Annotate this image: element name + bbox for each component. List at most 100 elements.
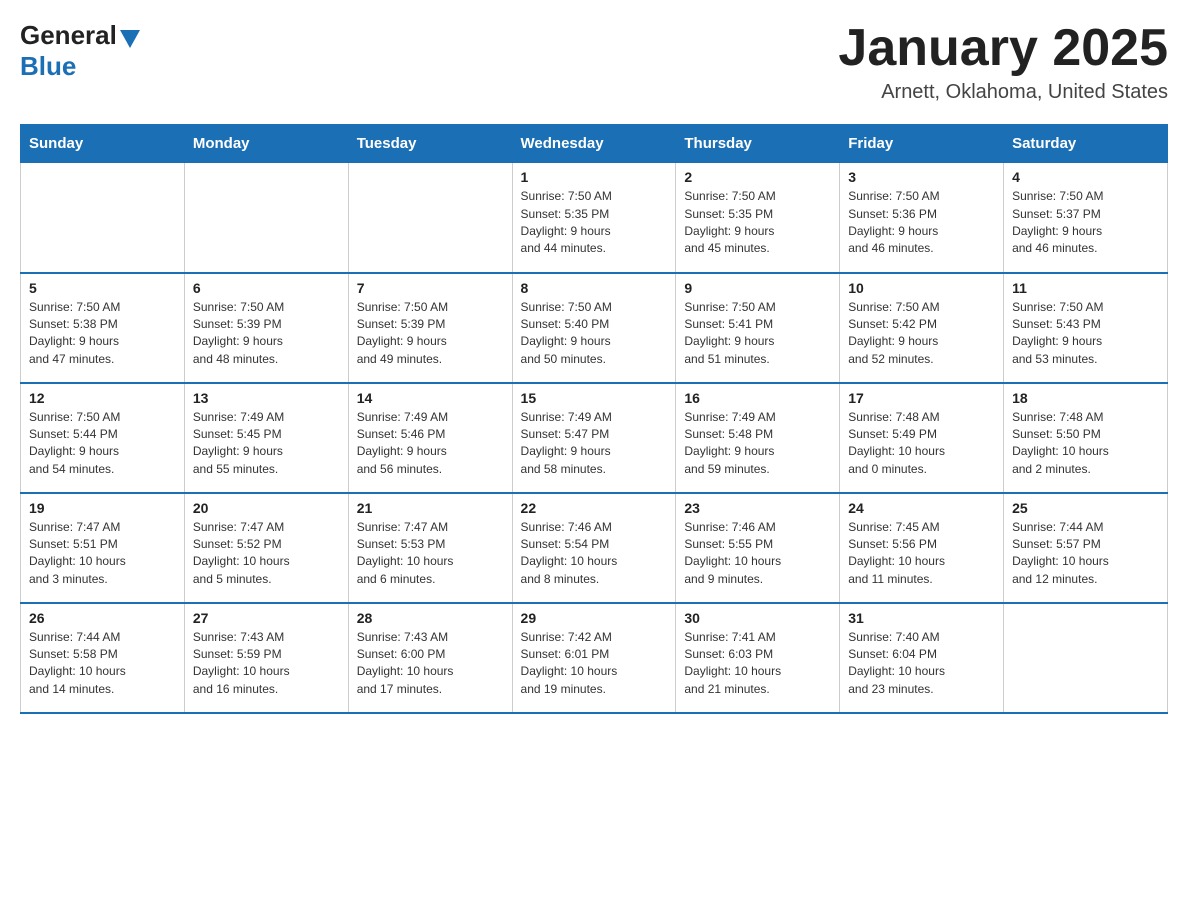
calendar-cell: 18 Sunrise: 7:48 AM Sunset: 5:50 PM Dayli…	[1004, 383, 1168, 493]
day-number: 2	[684, 169, 831, 185]
calendar-cell: 26 Sunrise: 7:44 AM Sunset: 5:58 PM Dayli…	[21, 603, 185, 713]
day-info: Sunrise: 7:47 AM Sunset: 5:51 PM Dayligh…	[29, 519, 176, 589]
calendar-cell: 20 Sunrise: 7:47 AM Sunset: 5:52 PM Dayli…	[184, 493, 348, 603]
header-thursday: Thursday	[676, 125, 840, 163]
day-info: Sunrise: 7:49 AM Sunset: 5:48 PM Dayligh…	[684, 409, 831, 479]
calendar-cell: 5 Sunrise: 7:50 AM Sunset: 5:38 PM Daylig…	[21, 273, 185, 383]
calendar-cell: 9Sunrise: 7:50 AM Sunset: 5:41 PM Daylig…	[676, 273, 840, 383]
calendar-cell: 28Sunrise: 7:43 AM Sunset: 6:00 PM Dayli…	[348, 603, 512, 713]
day-number: 10	[848, 280, 995, 296]
logo-blue-text: Blue	[20, 51, 140, 82]
day-info: Sunrise: 7:50 AM Sunset: 5:40 PM Dayligh…	[521, 299, 668, 369]
day-info: Sunrise: 7:50 AM Sunset: 5:38 PM Dayligh…	[29, 299, 176, 369]
day-number: 16	[684, 390, 831, 406]
day-number: 14	[357, 390, 504, 406]
day-number: 11	[1012, 280, 1159, 296]
calendar-header-row: SundayMondayTuesdayWednesdayThursdayFrid…	[21, 125, 1168, 163]
calendar-cell: 31 Sunrise: 7:40 AM Sunset: 6:04 PM Dayli…	[840, 603, 1004, 713]
calendar-cell	[184, 163, 348, 273]
calendar-cell: 4 Sunrise: 7:50 AM Sunset: 5:37 PM Daylig…	[1004, 163, 1168, 273]
day-info: Sunrise: 7:45 AM Sunset: 5:56 PM Dayligh…	[848, 519, 995, 589]
calendar-cell: 22Sunrise: 7:46 AM Sunset: 5:54 PM Dayli…	[512, 493, 676, 603]
day-info: Sunrise: 7:47 AM Sunset: 5:52 PM Dayligh…	[193, 519, 340, 589]
day-info: Sunrise: 7:50 AM Sunset: 5:43 PM Dayligh…	[1012, 299, 1159, 369]
location-title: Arnett, Oklahoma, United States	[838, 81, 1168, 104]
calendar-week-row: 19Sunrise: 7:47 AM Sunset: 5:51 PM Dayli…	[21, 493, 1168, 603]
day-number: 25	[1012, 500, 1159, 516]
calendar-cell	[348, 163, 512, 273]
calendar-cell: 14 Sunrise: 7:49 AM Sunset: 5:46 PM Dayli…	[348, 383, 512, 493]
page-header: General Blue January 2025 Arnett, Oklaho…	[20, 20, 1168, 104]
day-info: Sunrise: 7:50 AM Sunset: 5:39 PM Dayligh…	[193, 299, 340, 369]
day-number: 7	[357, 280, 504, 296]
calendar-week-row: 5 Sunrise: 7:50 AM Sunset: 5:38 PM Daylig…	[21, 273, 1168, 383]
day-info: Sunrise: 7:41 AM Sunset: 6:03 PM Dayligh…	[684, 629, 831, 699]
calendar-cell: 10 Sunrise: 7:50 AM Sunset: 5:42 PM Dayli…	[840, 273, 1004, 383]
day-number: 8	[521, 280, 668, 296]
day-number: 6	[193, 280, 340, 296]
title-section: January 2025 Arnett, Oklahoma, United St…	[838, 20, 1168, 104]
day-info: Sunrise: 7:46 AM Sunset: 5:55 PM Dayligh…	[684, 519, 831, 589]
day-number: 20	[193, 500, 340, 516]
day-number: 4	[1012, 169, 1159, 185]
day-number: 15	[521, 390, 668, 406]
day-number: 13	[193, 390, 340, 406]
day-info: Sunrise: 7:40 AM Sunset: 6:04 PM Dayligh…	[848, 629, 995, 699]
header-tuesday: Tuesday	[348, 125, 512, 163]
day-number: 29	[521, 610, 668, 626]
calendar-cell: 19Sunrise: 7:47 AM Sunset: 5:51 PM Dayli…	[21, 493, 185, 603]
day-info: Sunrise: 7:49 AM Sunset: 5:46 PM Dayligh…	[357, 409, 504, 479]
day-info: Sunrise: 7:49 AM Sunset: 5:47 PM Dayligh…	[521, 409, 668, 479]
calendar-cell: 29 Sunrise: 7:42 AM Sunset: 6:01 PM Dayli…	[512, 603, 676, 713]
calendar-cell: 16 Sunrise: 7:49 AM Sunset: 5:48 PM Dayli…	[676, 383, 840, 493]
header-monday: Monday	[184, 125, 348, 163]
calendar-week-row: 12 Sunrise: 7:50 AM Sunset: 5:44 PM Dayli…	[21, 383, 1168, 493]
day-number: 5	[29, 280, 176, 296]
day-number: 27	[193, 610, 340, 626]
day-info: Sunrise: 7:44 AM Sunset: 5:57 PM Dayligh…	[1012, 519, 1159, 589]
day-number: 18	[1012, 390, 1159, 406]
calendar-table: SundayMondayTuesdayWednesdayThursdayFrid…	[20, 124, 1168, 714]
calendar-cell: 17Sunrise: 7:48 AM Sunset: 5:49 PM Dayli…	[840, 383, 1004, 493]
day-info: Sunrise: 7:50 AM Sunset: 5:35 PM Dayligh…	[684, 188, 831, 258]
day-info: Sunrise: 7:50 AM Sunset: 5:42 PM Dayligh…	[848, 299, 995, 369]
calendar-cell: 8 Sunrise: 7:50 AM Sunset: 5:40 PM Daylig…	[512, 273, 676, 383]
calendar-cell	[21, 163, 185, 273]
day-number: 24	[848, 500, 995, 516]
month-title: January 2025	[838, 20, 1168, 77]
day-info: Sunrise: 7:43 AM Sunset: 6:00 PM Dayligh…	[357, 629, 504, 699]
day-info: Sunrise: 7:50 AM Sunset: 5:44 PM Dayligh…	[29, 409, 176, 479]
day-info: Sunrise: 7:50 AM Sunset: 5:39 PM Dayligh…	[357, 299, 504, 369]
logo-blue-part	[117, 24, 140, 48]
calendar-cell: 3Sunrise: 7:50 AM Sunset: 5:36 PM Daylig…	[840, 163, 1004, 273]
header-wednesday: Wednesday	[512, 125, 676, 163]
calendar-cell: 2 Sunrise: 7:50 AM Sunset: 5:35 PM Daylig…	[676, 163, 840, 273]
day-number: 21	[357, 500, 504, 516]
calendar-week-row: 1 Sunrise: 7:50 AM Sunset: 5:35 PM Daylig…	[21, 163, 1168, 273]
logo: General Blue	[20, 20, 140, 82]
calendar-cell: 24 Sunrise: 7:45 AM Sunset: 5:56 PM Dayli…	[840, 493, 1004, 603]
day-number: 12	[29, 390, 176, 406]
day-number: 1	[521, 169, 668, 185]
day-info: Sunrise: 7:48 AM Sunset: 5:49 PM Dayligh…	[848, 409, 995, 479]
calendar-cell: 7 Sunrise: 7:50 AM Sunset: 5:39 PM Daylig…	[348, 273, 512, 383]
day-number: 9	[684, 280, 831, 296]
calendar-cell: 23Sunrise: 7:46 AM Sunset: 5:55 PM Dayli…	[676, 493, 840, 603]
day-info: Sunrise: 7:44 AM Sunset: 5:58 PM Dayligh…	[29, 629, 176, 699]
day-info: Sunrise: 7:48 AM Sunset: 5:50 PM Dayligh…	[1012, 409, 1159, 479]
day-info: Sunrise: 7:46 AM Sunset: 5:54 PM Dayligh…	[521, 519, 668, 589]
calendar-cell: 13 Sunrise: 7:49 AM Sunset: 5:45 PM Dayli…	[184, 383, 348, 493]
calendar-cell: 11 Sunrise: 7:50 AM Sunset: 5:43 PM Dayli…	[1004, 273, 1168, 383]
calendar-cell: 30Sunrise: 7:41 AM Sunset: 6:03 PM Dayli…	[676, 603, 840, 713]
calendar-cell: 25 Sunrise: 7:44 AM Sunset: 5:57 PM Dayli…	[1004, 493, 1168, 603]
calendar-cell: 21Sunrise: 7:47 AM Sunset: 5:53 PM Dayli…	[348, 493, 512, 603]
day-number: 31	[848, 610, 995, 626]
calendar-cell: 1Sunrise: 7:50 AM Sunset: 5:35 PM Daylig…	[512, 163, 676, 273]
logo-general-text: General	[20, 20, 117, 51]
day-number: 26	[29, 610, 176, 626]
day-info: Sunrise: 7:43 AM Sunset: 5:59 PM Dayligh…	[193, 629, 340, 699]
day-info: Sunrise: 7:50 AM Sunset: 5:37 PM Dayligh…	[1012, 188, 1159, 258]
day-info: Sunrise: 7:49 AM Sunset: 5:45 PM Dayligh…	[193, 409, 340, 479]
day-info: Sunrise: 7:42 AM Sunset: 6:01 PM Dayligh…	[521, 629, 668, 699]
header-saturday: Saturday	[1004, 125, 1168, 163]
